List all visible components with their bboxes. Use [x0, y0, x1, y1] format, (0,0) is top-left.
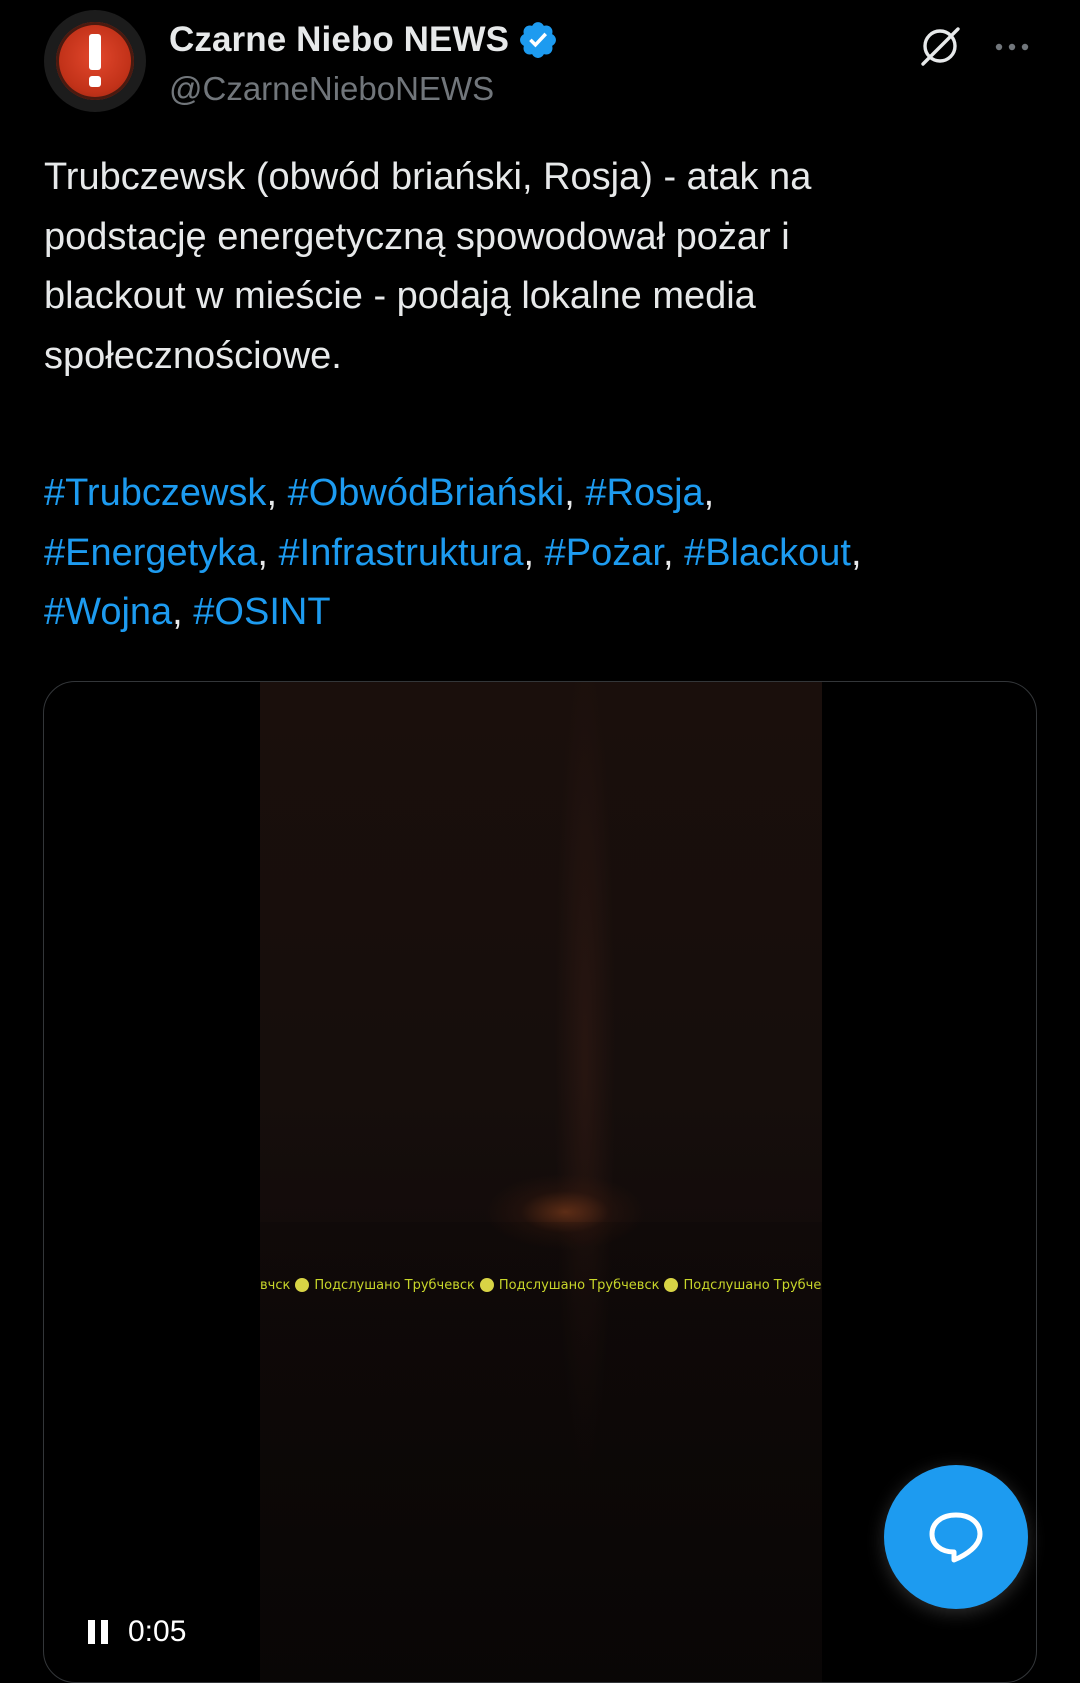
hashtag-link[interactable]: #Pożar [545, 532, 663, 574]
grok-icon[interactable] [918, 24, 962, 68]
avatar-badge [56, 22, 134, 100]
watermark-dot-icon [479, 1277, 494, 1292]
hashtag-line: #Energetyka, #Infrastruktura, #Pożar, #B… [44, 531, 862, 574]
name-row: Czarne Niebo NEWS [169, 18, 559, 62]
video-watermark: вчск Подслушано Трубчевск Подслушано Трубч… [260, 1272, 822, 1300]
tweet-text-line: Trubczewsk (obwód briański, Rosja) - ata… [44, 156, 812, 198]
verified-badge-icon [520, 22, 557, 58]
tweet-text-line: blackout w mieście - podają lokalne medi… [44, 275, 756, 317]
watermark-dot-icon [664, 1277, 679, 1292]
hashtag-line: #Trubczewsk, #ObwódBriański, #Rosja, [44, 472, 715, 514]
avatar[interactable] [44, 10, 146, 112]
exclamation-icon [89, 34, 101, 87]
hashtag-link[interactable]: #Infrastruktura [279, 532, 524, 574]
hashtag-link[interactable]: #OSINT [193, 591, 330, 633]
pause-bar [101, 1620, 108, 1644]
display-name[interactable]: Czarne Niebo NEWS [169, 20, 509, 60]
watermark-text: Подслушано Трубчевск [683, 1278, 822, 1293]
tweet-header: Czarne Niebo NEWS @CzarneNieboNEWS [44, 10, 1044, 114]
chat-bubble-icon [929, 1512, 983, 1563]
tweet-text-line: podstację energetyczną spowodował pożar … [44, 215, 790, 258]
pause-icon[interactable] [86, 1617, 110, 1647]
hashtag-link[interactable]: #Wojna [44, 591, 172, 633]
tweet-text: Trubczewsk (obwód briański, Rosja) - ata… [44, 148, 1044, 386]
watermark-text: Подслушано Трубчевск [314, 1278, 475, 1293]
watermark-text: Подслушано Трубчевск [498, 1278, 660, 1293]
watermark-dot-icon [295, 1277, 310, 1292]
video-time: 0:05 [128, 1615, 187, 1648]
hashtag-link[interactable]: #Trubczewsk [44, 472, 266, 514]
more-icon[interactable] [992, 32, 1032, 62]
compose-button[interactable] [884, 1465, 1028, 1609]
hashtag-link[interactable]: #Energetyka [44, 532, 257, 574]
hashtag-link[interactable]: #ObwódBriański [288, 472, 565, 514]
handle[interactable]: @CzarneNieboNEWS [169, 70, 494, 108]
hashtag-link[interactable]: #Blackout [684, 532, 851, 574]
hashtag-list: #Trubczewsk, #ObwódBriański, #Rosja, #En… [44, 464, 1054, 643]
pause-bar [88, 1620, 95, 1644]
watermark-text: вчск [260, 1278, 291, 1293]
video-frame[interactable]: вчск Подслушано Трубчевск Подслушано Трубч… [260, 682, 822, 1682]
video-controls: 0:05 [86, 1612, 186, 1652]
hashtag-link[interactable]: #Rosja [585, 472, 703, 514]
tweet-text-line: społecznościowe. [44, 334, 342, 377]
hashtag-line: #Wojna, #OSINT [44, 591, 331, 633]
